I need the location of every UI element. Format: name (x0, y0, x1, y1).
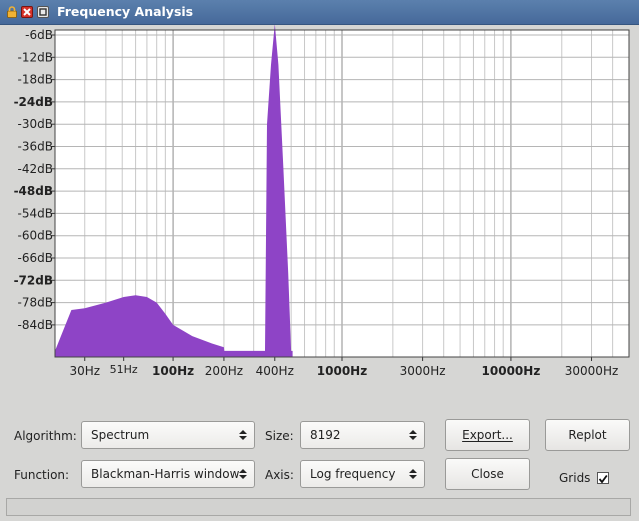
title-bar: Frequency Analysis (0, 0, 639, 25)
y-tick-label: -54dB (18, 206, 53, 220)
y-tick-label: -48dB (14, 184, 53, 198)
size-select[interactable]: 8192 (300, 421, 425, 449)
export-button[interactable]: Export... (445, 419, 530, 451)
grids-checkbox[interactable] (597, 472, 609, 484)
axis-select[interactable]: Log frequency (300, 460, 425, 488)
algorithm-label: Algorithm: (14, 429, 77, 443)
spectrum-plot: -6dB -12dB -18dB -24dB -30dB -36dB -42dB -48dB -… (14, 25, 630, 378)
close-button-label: Close (471, 467, 504, 481)
y-tick-label: -18dB (18, 73, 53, 87)
x-tick-label: 1000Hz (317, 364, 367, 378)
replot-button-label: Replot (568, 428, 607, 442)
x-tick-label: 10000Hz (482, 364, 541, 378)
y-tick-label: -30dB (18, 117, 53, 131)
checkmark-icon (598, 474, 608, 484)
algorithm-select[interactable]: Spectrum (81, 421, 255, 449)
lock-icon[interactable] (6, 6, 18, 18)
window-title: Frequency Analysis (57, 4, 194, 19)
x-tick-label: 30Hz (69, 364, 100, 378)
updown-arrow-icon (239, 469, 247, 479)
y-tick-label: -12dB (18, 50, 53, 64)
updown-arrow-icon (239, 430, 247, 440)
updown-arrow-icon (409, 469, 417, 479)
function-label: Function: (14, 468, 70, 482)
x-tick-label: 51Hz (110, 363, 138, 376)
y-tick-label: -66dB (18, 251, 53, 265)
y-tick-label: -6dB (25, 28, 53, 42)
y-tick-label: -84dB (18, 318, 53, 332)
replot-button[interactable]: Replot (545, 419, 630, 451)
y-tick-label: -72dB (14, 273, 53, 287)
close-icon[interactable] (21, 6, 33, 18)
size-label: Size: (265, 429, 294, 443)
dialog-body: -6dB -12dB -18dB -24dB -30dB -36dB -42dB -48dB -… (0, 25, 639, 521)
axis-select-value: Log frequency (310, 467, 396, 481)
algorithm-select-value: Spectrum (91, 428, 150, 442)
function-select[interactable]: Blackman-Harris window (81, 460, 255, 488)
size-select-value: 8192 (310, 428, 341, 442)
y-tick-label: -42dB (18, 162, 53, 176)
status-bar (6, 498, 631, 516)
x-tick-label: 200Hz (205, 364, 243, 378)
y-tick-label: -60dB (18, 229, 53, 243)
function-select-value: Blackman-Harris window (91, 467, 240, 481)
y-tick-label: -36dB (18, 140, 53, 154)
x-tick-label: 100Hz (152, 364, 194, 378)
updown-arrow-icon (409, 430, 417, 440)
maximize-icon[interactable] (37, 6, 49, 18)
close-button[interactable]: Close (445, 458, 530, 490)
axis-label: Axis: (265, 468, 294, 482)
x-tick-label: 3000Hz (400, 364, 446, 378)
grids-label: Grids (559, 471, 591, 485)
y-tick-label: -24dB (14, 95, 53, 109)
y-tick-label: -78dB (18, 296, 53, 310)
export-button-label: Export... (462, 428, 513, 442)
x-tick-label: 30000Hz (565, 364, 619, 378)
x-tick-label: 400Hz (256, 364, 294, 378)
